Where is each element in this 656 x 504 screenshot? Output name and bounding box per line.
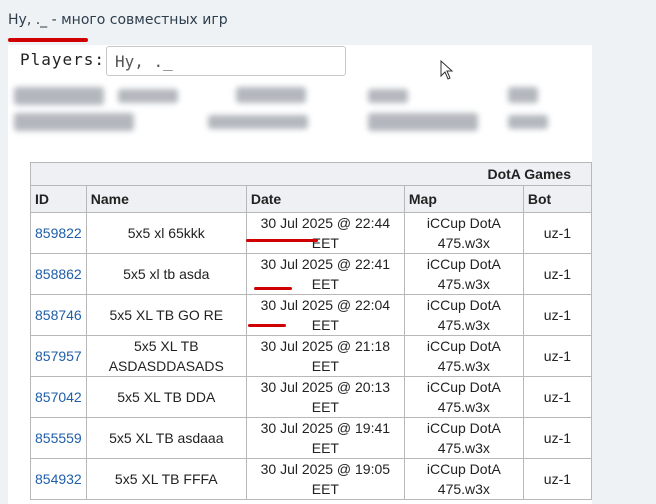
game-map: iCCup DotA 475.w3x — [403, 417, 524, 459]
table-row: 859822 5x5 xl 65kkk 30 Jul 2025 @ 22:44 … — [30, 212, 592, 254]
blurred-block — [508, 115, 548, 129]
table-row: 857957 5x5 XL TB ASDASDDASADS 30 Jul 202… — [30, 335, 592, 377]
game-bot: uz-1 — [522, 212, 592, 254]
game-name: 5x5 XL TB DDA — [85, 376, 247, 418]
game-map: iCCup DotA 475.w3x — [403, 253, 524, 295]
game-id-link[interactable]: 857042 — [35, 389, 82, 405]
game-id-link[interactable]: 859822 — [35, 225, 82, 241]
game-bot: uz-1 — [522, 376, 592, 418]
game-map: iCCup DotA 475.w3x — [403, 458, 524, 500]
game-name: 5x5 XL TB ASDASDDASADS — [85, 335, 247, 377]
game-name: 5x5 XL TB asdaaa — [85, 417, 247, 459]
game-date: 30 Jul 2025 @ 19:05 EET — [260, 461, 391, 497]
date-red-underline — [246, 239, 318, 242]
game-id-link[interactable]: 858862 — [35, 266, 82, 282]
blurred-region — [8, 79, 592, 141]
date-red-underline — [248, 324, 286, 327]
game-bot: uz-1 — [522, 335, 592, 377]
column-header-name: Name — [85, 185, 247, 213]
column-header-bot: Bot — [522, 185, 592, 213]
game-bot: uz-1 — [522, 417, 592, 459]
game-map: iCCup DotA 475.w3x — [403, 212, 524, 254]
game-date: 30 Jul 2025 @ 22:44 EET — [260, 215, 391, 251]
blurred-block — [208, 115, 308, 129]
game-name: 5x5 xl tb asda — [85, 253, 247, 295]
blurred-block — [118, 89, 178, 103]
game-bot: uz-1 — [522, 458, 592, 500]
blurred-block — [14, 113, 134, 131]
column-header-id: ID — [30, 185, 87, 213]
dota-games-table: DotA Games ID Name Date Map Bot 859822 5… — [30, 162, 592, 500]
table-header-row: ID Name Date Map Bot — [30, 185, 592, 213]
game-map: iCCup DotA 475.w3x — [403, 335, 524, 377]
players-search-input[interactable]: Ну, ._ — [106, 46, 346, 76]
caption-red-underline — [8, 38, 88, 42]
game-map: iCCup DotA 475.w3x — [403, 376, 524, 418]
table-row: 858746 5x5 XL TB GO RE 30 Jul 2025 @ 22:… — [30, 294, 592, 336]
table-row: 855559 5x5 XL TB asdaaa 30 Jul 2025 @ 19… — [30, 417, 592, 459]
game-name: 5x5 XL TB GO RE — [85, 294, 247, 336]
players-label: Players: — [20, 50, 106, 69]
game-map: iCCup DotA 475.w3x — [403, 294, 524, 336]
table-row: 857042 5x5 XL TB DDA 30 Jul 2025 @ 20:13… — [30, 376, 592, 418]
chat-caption: Ну, ._ - много совместных игр — [8, 12, 228, 28]
column-header-date: Date — [245, 185, 405, 213]
game-id-link[interactable]: 854932 — [35, 471, 82, 487]
game-id-link[interactable]: 857957 — [35, 348, 82, 364]
game-id-link[interactable]: 855559 — [35, 430, 82, 446]
game-bot: uz-1 — [522, 294, 592, 336]
game-name: 5x5 XL TB FFFA — [85, 458, 247, 500]
blurred-block — [508, 87, 538, 103]
game-date: 30 Jul 2025 @ 19:41 EET — [260, 420, 391, 456]
table-group-header: DotA Games — [30, 162, 592, 186]
table-row: 854932 5x5 XL TB FFFA 30 Jul 2025 @ 19:0… — [30, 458, 592, 500]
game-name: 5x5 xl 65kkk — [85, 212, 247, 254]
mouse-cursor-icon — [440, 60, 454, 80]
game-date: 30 Jul 2025 @ 21:18 EET — [260, 338, 391, 374]
game-bot: uz-1 — [522, 253, 592, 295]
blurred-block — [14, 87, 104, 105]
embedded-screenshot: Players: Ну, ._ DotA Games ID Name Date … — [8, 45, 592, 504]
game-date: 30 Jul 2025 @ 20:13 EET — [260, 379, 391, 415]
blurred-block — [368, 89, 408, 103]
game-date: 30 Jul 2025 @ 22:04 EET — [260, 297, 391, 333]
game-id-link[interactable]: 858746 — [35, 307, 82, 323]
screenshot-stage: Ну, ._ - много совместных игр Players: Н… — [0, 0, 656, 504]
column-header-map: Map — [403, 185, 524, 213]
table-row: 858862 5x5 xl tb asda 30 Jul 2025 @ 22:4… — [30, 253, 592, 295]
date-red-underline — [254, 287, 292, 290]
blurred-block — [236, 87, 306, 103]
blurred-block — [368, 113, 478, 131]
